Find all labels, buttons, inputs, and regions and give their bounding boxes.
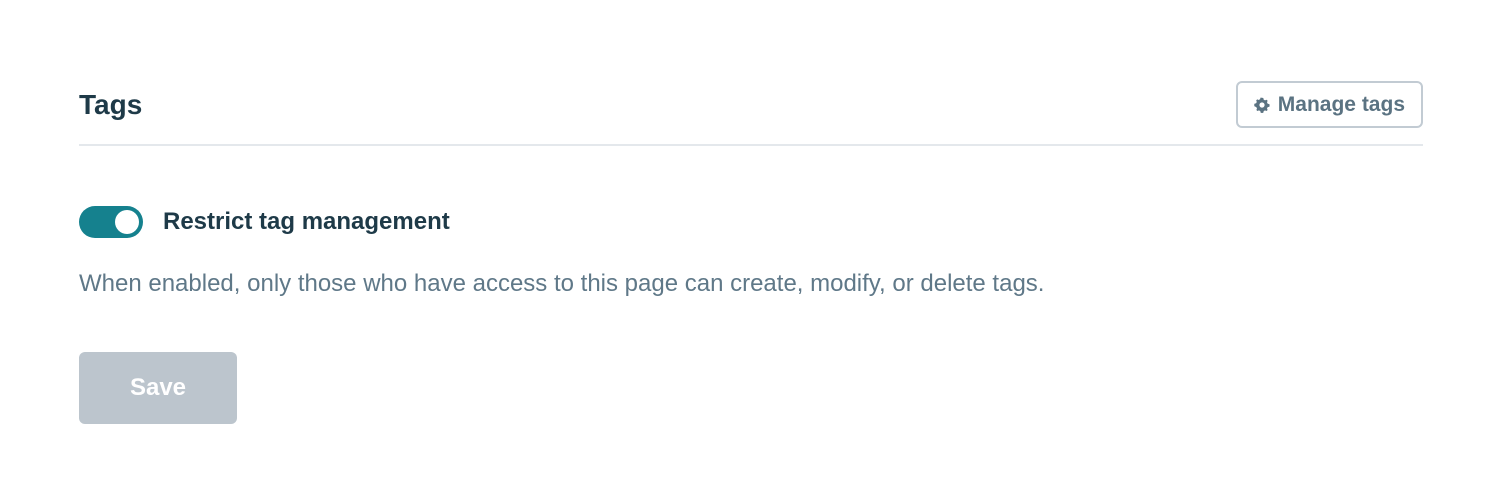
restrict-description: When enabled, only those who have access… (79, 270, 1045, 297)
manage-tags-button[interactable]: Manage tags (1235, 81, 1423, 128)
tags-settings-section: Tags Manage tags Restrict tag management… (79, 0, 1423, 504)
save-button[interactable]: Save (79, 352, 237, 424)
section-title: Tags (79, 89, 143, 120)
restrict-toggle-row: Restrict tag management (79, 205, 450, 239)
restrict-tag-management-toggle[interactable] (79, 206, 143, 238)
manage-tags-label: Manage tags (1277, 92, 1405, 116)
toggle-knob (115, 210, 139, 234)
section-header: Tags Manage tags (79, 80, 1423, 146)
restrict-toggle-label: Restrict tag management (163, 208, 450, 235)
gear-icon (1253, 97, 1270, 113)
